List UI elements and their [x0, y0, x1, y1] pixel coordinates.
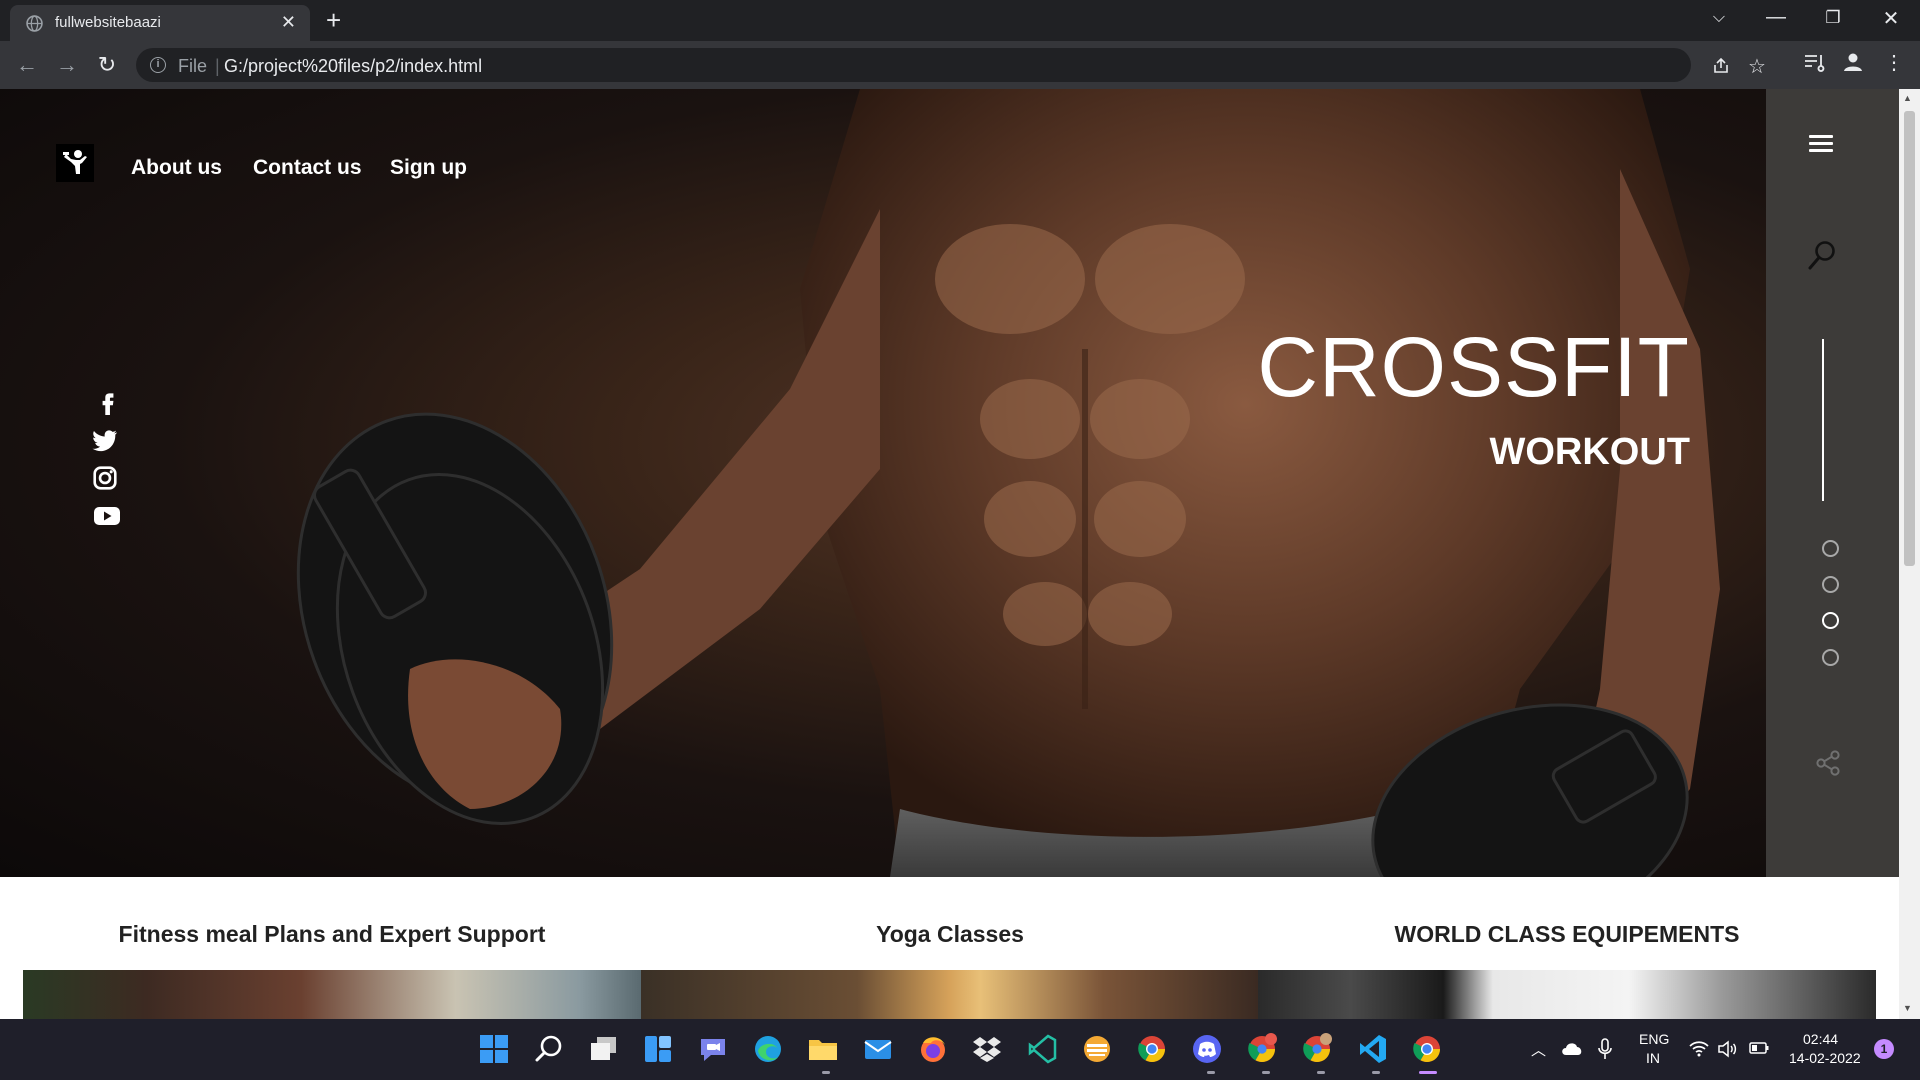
edge-icon[interactable] [752, 1033, 784, 1065]
vscode-icon[interactable] [1356, 1033, 1388, 1065]
address-bar[interactable]: i File | G:/project%20files/p2/index.htm… [136, 48, 1766, 82]
new-tab-button[interactable]: + [326, 6, 341, 34]
search-icon[interactable] [1807, 239, 1837, 273]
share-icon[interactable] [1814, 749, 1842, 777]
running-indicator [1372, 1071, 1380, 1074]
wifi-icon[interactable] [1689, 1041, 1709, 1057]
page-viewport: About us Contact us Sign up CROSSFIT WOR… [0, 89, 1899, 1019]
scroll-up-arrow-icon[interactable]: ▲ [1903, 93, 1912, 103]
task-view-icon[interactable] [588, 1033, 620, 1065]
taskbar-search-icon[interactable] [533, 1033, 565, 1065]
windows-taskbar: ︿ ENG IN 02:44 14-02-2022 1 [0, 1019, 1920, 1080]
language-line-1[interactable]: ENG [1639, 1031, 1669, 1047]
slide-dot-4[interactable] [1822, 649, 1839, 666]
instagram-icon[interactable] [92, 465, 118, 491]
active-indicator [1419, 1071, 1437, 1074]
volume-icon[interactable] [1717, 1040, 1737, 1058]
reload-button[interactable]: ↻ [93, 51, 121, 79]
running-indicator [822, 1071, 830, 1074]
tab-search-icon[interactable]: ⌵ [1699, 9, 1739, 27]
service-title-equipment: WORLD CLASS EQUIPEMENTS [1394, 921, 1740, 947]
browser-toolbar: ← → ↻ i File | G:/project%20files/p2/ind… [0, 41, 1920, 89]
service-title-meal-plans: Fitness meal Plans and Expert Support [118, 921, 546, 947]
battery-icon[interactable] [1749, 1041, 1769, 1055]
page-scrollbar[interactable]: ▲ ▼ [1899, 89, 1920, 1019]
hero-background-image [296, 89, 1720, 877]
reading-list-icon[interactable] [1799, 50, 1829, 74]
scroll-down-arrow-icon[interactable]: ▼ [1903, 1003, 1912, 1013]
windows-start-icon[interactable] [478, 1033, 510, 1065]
close-window-button[interactable]: ✕ [1871, 6, 1911, 31]
hero-title: CROSSFIT [1257, 320, 1690, 414]
fitness-logo-icon [63, 150, 87, 174]
nav-contact-us[interactable]: Contact us [253, 156, 362, 180]
yoga-image [641, 970, 1258, 1019]
hero-subtitle: WORKOUT [1489, 431, 1690, 473]
clock-time[interactable]: 02:44 [1803, 1031, 1838, 1047]
firefox-icon[interactable] [917, 1033, 949, 1065]
tab-title: fullwebsitebaazi [55, 14, 161, 31]
site-logo[interactable] [56, 144, 94, 182]
chrome-menu-icon[interactable]: ⋮ [1879, 50, 1909, 75]
twitter-icon[interactable] [92, 427, 118, 453]
url-scheme: File [178, 56, 208, 76]
side-panel [1766, 89, 1899, 877]
minimize-button[interactable]: — [1756, 6, 1796, 29]
share-page-icon[interactable] [1711, 56, 1731, 76]
sublime-icon[interactable] [1081, 1033, 1113, 1065]
show-hidden-icons-icon[interactable]: ︿ [1531, 1039, 1546, 1060]
microphone-icon[interactable] [1598, 1038, 1612, 1060]
profile-icon[interactable] [1838, 50, 1868, 74]
chrome-profile-p-icon[interactable] [1246, 1033, 1278, 1065]
facebook-icon[interactable] [95, 389, 121, 415]
slide-dot-3[interactable] [1822, 612, 1839, 629]
slide-progress-line [1822, 339, 1824, 501]
slide-dot-1[interactable] [1822, 540, 1839, 557]
discord-icon[interactable] [1191, 1033, 1223, 1065]
close-tab-icon[interactable]: ✕ [281, 13, 296, 31]
hamburger-menu-icon[interactable] [1809, 135, 1833, 153]
onedrive-cloud-icon[interactable] [1560, 1040, 1584, 1056]
back-button[interactable]: ← [13, 51, 41, 79]
forward-button[interactable]: → [53, 51, 81, 79]
teams-chat-icon[interactable] [697, 1033, 729, 1065]
url-separator: | [215, 56, 220, 76]
browser-tab-strip: fullwebsitebaazi ✕ + ⌵ — ❐ ✕ [0, 0, 1920, 41]
bookmark-star-icon[interactable]: ☆ [1748, 54, 1766, 79]
browser-tab[interactable]: fullwebsitebaazi ✕ [10, 5, 310, 41]
service-title-yoga: Yoga Classes [876, 921, 1024, 947]
vscode-insiders-icon[interactable] [1026, 1033, 1058, 1065]
services-section: Fitness meal Plans and Expert Support Yo… [0, 877, 1899, 1019]
scroll-thumb[interactable] [1904, 111, 1915, 566]
running-indicator [1262, 1071, 1270, 1074]
chrome-active-icon[interactable] [1411, 1033, 1443, 1065]
mail-icon[interactable] [862, 1033, 894, 1065]
running-indicator [1317, 1071, 1325, 1074]
language-line-2[interactable]: IN [1646, 1050, 1660, 1066]
globe-icon [26, 15, 43, 32]
hero-section: About us Contact us Sign up CROSSFIT WOR… [0, 89, 1766, 877]
file-explorer-icon[interactable] [807, 1033, 839, 1065]
url-text[interactable]: G:/project%20files/p2/index.html [224, 56, 482, 77]
info-icon[interactable]: i [150, 57, 166, 73]
widgets-icon[interactable] [642, 1033, 674, 1065]
meal-plan-image [23, 970, 641, 1019]
equipment-image [1258, 970, 1876, 1019]
dropbox-icon[interactable] [971, 1033, 1003, 1065]
chrome-icon[interactable] [1136, 1033, 1168, 1065]
restore-button[interactable]: ❐ [1813, 8, 1853, 28]
slide-dot-2[interactable] [1822, 576, 1839, 593]
nav-about-us[interactable]: About us [131, 156, 222, 180]
nav-sign-up[interactable]: Sign up [390, 156, 467, 180]
clock-date[interactable]: 14-02-2022 [1789, 1050, 1861, 1066]
youtube-icon[interactable] [93, 503, 121, 529]
running-indicator [1207, 1071, 1215, 1074]
chrome-profile-icon[interactable] [1301, 1033, 1333, 1065]
notification-badge[interactable]: 1 [1874, 1039, 1894, 1059]
